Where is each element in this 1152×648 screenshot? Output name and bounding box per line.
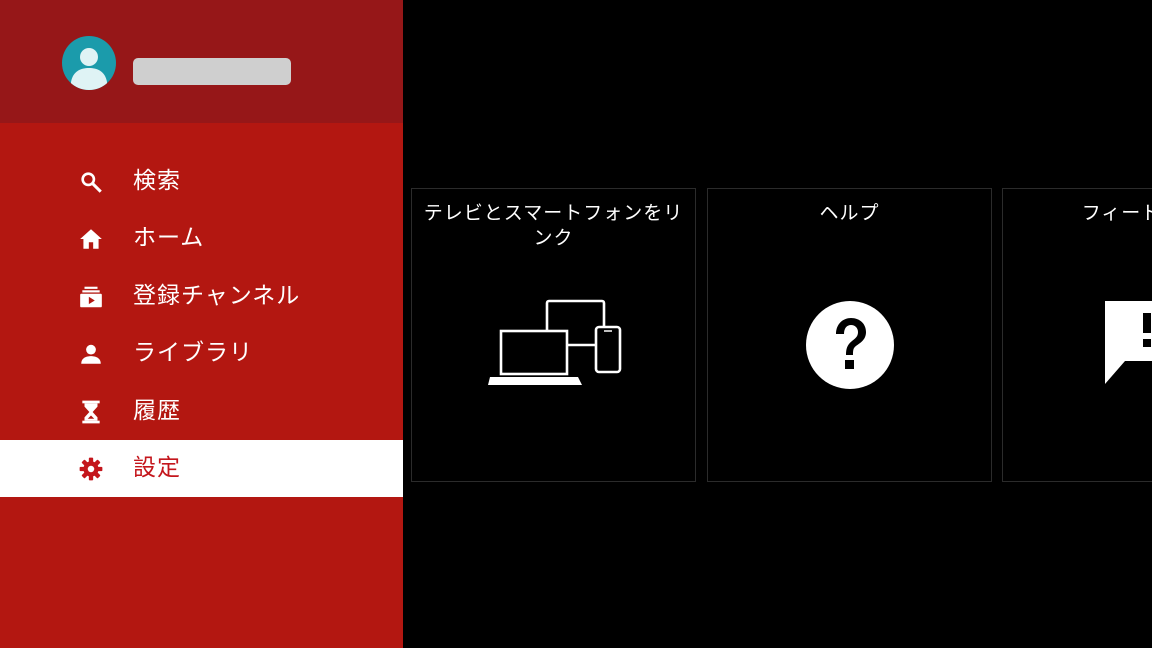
sidebar-item-label: 設定: [133, 455, 181, 481]
sidebar-item-history[interactable]: 履歴: [0, 383, 403, 440]
sidebar-item-search[interactable]: 検索: [0, 153, 403, 210]
sidebar-item-label: ライブラリ: [133, 340, 253, 366]
feedback-icon: [1103, 299, 1152, 389]
person-icon: [78, 341, 104, 367]
sidebar-item-subscriptions[interactable]: 登録チャンネル: [0, 268, 403, 325]
tile-feedback[interactable]: フィードバック: [1002, 188, 1152, 482]
sidebar-item-home[interactable]: ホーム: [0, 210, 403, 267]
tile-help[interactable]: ヘルプ: [707, 188, 992, 482]
sidebar: 検索 ホーム 登録チャンネル ライブラリ 履歴 設定: [0, 0, 403, 648]
sidebar-item-library[interactable]: ライブラリ: [0, 325, 403, 382]
search-icon: [78, 169, 104, 195]
account-name-redacted: [133, 58, 291, 85]
tile-label: テレビとスマートフォンをリンク: [423, 202, 684, 249]
tile-label: フィードバック: [1081, 202, 1152, 224]
devices-icon: [488, 299, 628, 389]
sidebar-item-label: ホーム: [133, 225, 205, 251]
sidebar-item-settings[interactable]: 設定: [0, 440, 403, 497]
subscriptions-icon: [78, 284, 104, 310]
gear-icon: [78, 456, 104, 482]
sidebar-item-label: 検索: [133, 168, 181, 194]
tile-label: ヘルプ: [819, 202, 880, 224]
account-header[interactable]: [0, 0, 403, 123]
tile-link-tv-phone[interactable]: テレビとスマートフォンをリンク: [411, 188, 696, 482]
sidebar-item-label: 履歴: [133, 398, 181, 424]
home-icon: [78, 226, 104, 252]
help-icon: [805, 300, 895, 390]
hourglass-icon: [78, 399, 104, 425]
sidebar-item-label: 登録チャンネル: [133, 283, 301, 309]
account-avatar-icon: [62, 36, 116, 90]
